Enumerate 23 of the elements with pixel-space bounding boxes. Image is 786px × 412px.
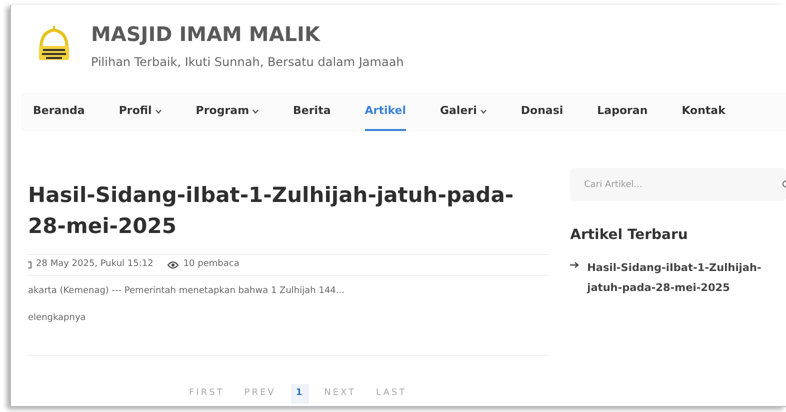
view-count: 10 pembaca — [183, 258, 240, 272]
recent-article-link[interactable]: Hasil-Sidang-iIbat-1-Zulhijah-jatuh-pada-28-mei-2025 — [587, 258, 772, 298]
nav-item[interactable]: Beranda — [33, 93, 85, 131]
nav-item[interactable]: Artikel — [364, 93, 406, 131]
article-excerpt: akarta (Kemenag) --- Pemerintah menetapkan bahwa 1 Zulhijah 144... — [28, 285, 346, 298]
article-title: Hasil-Sidang-iIbat-1-Zulhijah-jatuh-pada-28-mei-2025 — [28, 182, 515, 240]
nav-item[interactable]: Donasi — [520, 93, 564, 131]
nav-item[interactable]: Kontak — [682, 93, 726, 131]
nav-item[interactable]: Laporan — [597, 93, 648, 131]
site-name: MASJID IMAM MALIK — [91, 21, 322, 47]
arrow-right-icon — [570, 262, 580, 268]
search-field[interactable]: Cari Artikel... — [570, 168, 786, 201]
article-date: 28 May 2025, Pukul 15:12 — [36, 258, 154, 272]
sidebar-heading: Artikel Terbaru — [570, 226, 689, 245]
nav-item[interactable]: Program — [196, 93, 260, 131]
nav-item[interactable]: Galeri — [440, 93, 487, 131]
pagination-link[interactable]: 1 — [290, 384, 310, 404]
eye-icon — [167, 261, 180, 269]
nav-item[interactable]: Profil — [118, 93, 162, 131]
search-icon — [782, 180, 786, 188]
site-tagline: Pilihan Terbaik, Ikuti Sunnah, Bersatu dalam Jamaah — [91, 54, 404, 71]
nav-item[interactable]: Berita — [293, 93, 331, 131]
read-more-link[interactable]: elengkapnya — [28, 312, 548, 325]
